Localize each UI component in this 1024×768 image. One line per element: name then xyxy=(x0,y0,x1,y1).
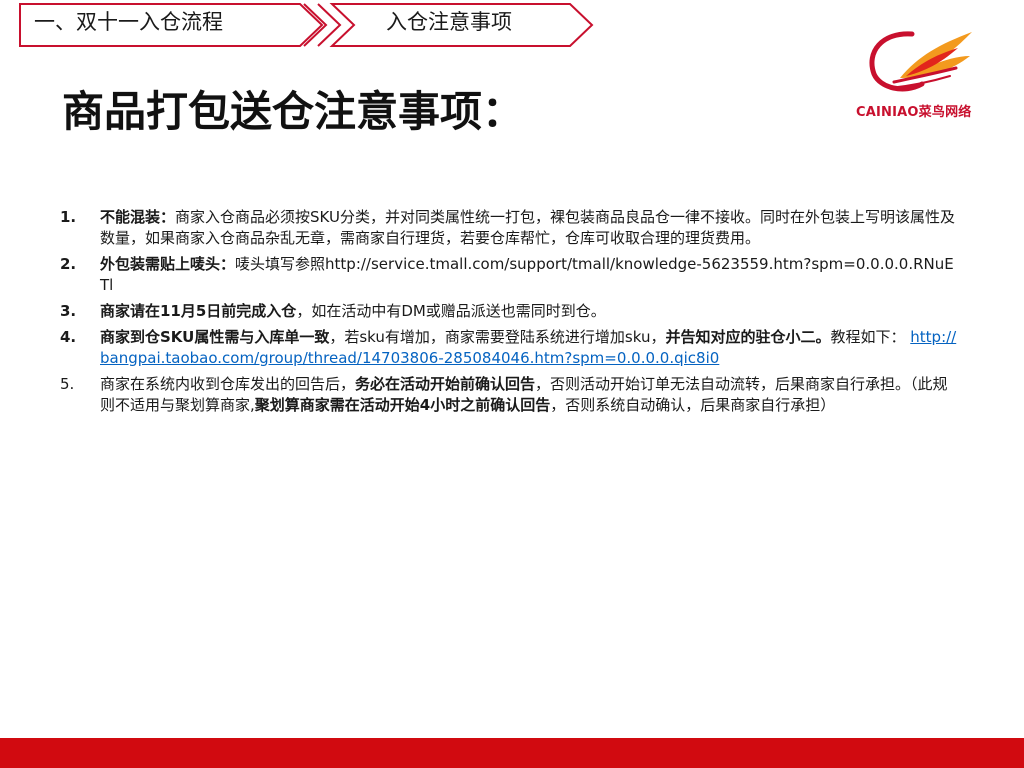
item-text: ，如在活动中有DM或赠品派送也需同时到仓。 xyxy=(296,302,606,320)
footer-bar xyxy=(0,738,1024,768)
item-number: 2. xyxy=(60,255,77,273)
item-text: 商家入仓商品必须按SKU分类，并对同类属性统一打包，裸包装商品良品仓一律不接收。… xyxy=(100,208,955,247)
list-item: 3. 商家请在11月5日前完成入仓，如在活动中有DM或赠品派送也需同时到仓。 xyxy=(60,301,960,322)
item-text: ，否则系统自动确认，后果商家自行承担） xyxy=(550,396,836,414)
item-text: 商家在系统内收到仓库发出的回告后， xyxy=(100,375,356,393)
item-number: 4. xyxy=(60,328,77,346)
item-text: ，若sku有增加，商家需要登陆系统进行增加sku， xyxy=(329,328,666,346)
item-heading: 外包装需贴上唛头： xyxy=(100,255,236,273)
list-item: 5. 商家在系统内收到仓库发出的回告后，务必在活动开始前确认回告，否则活动开始订… xyxy=(60,374,960,416)
item-heading: 不能混装： xyxy=(100,208,176,226)
item-emphasis: 聚划算商家需在活动开始4小时之前确认回告 xyxy=(254,396,551,414)
list-item: 2. 外包装需贴上唛头：唛头填写参照http://service.tmall.c… xyxy=(60,254,960,296)
logo-swoosh-icon xyxy=(869,31,972,92)
cainiao-logo: CAINIAO菜鸟网络 xyxy=(852,26,992,126)
list-item: 4. 商家到仓SKU属性需与入库单一致，若sku有增加，商家需要登陆系统进行增加… xyxy=(60,327,960,369)
logo-wordmark: CAINIAO菜鸟网络 xyxy=(856,105,972,120)
item-number: 5. xyxy=(60,375,75,393)
item-emphasis: 务必在活动开始前确认回告 xyxy=(355,375,536,393)
item-text: 教程如下： xyxy=(830,328,906,346)
item-number: 3. xyxy=(60,302,77,320)
list-item: 1. 不能混装：商家入仓商品必须按SKU分类，并对同类属性统一打包，裸包装商品良… xyxy=(60,207,960,249)
page-title: 商品打包送仓注意事项： xyxy=(62,87,525,136)
breadcrumb-step-2[interactable]: 入仓注意事项 xyxy=(386,8,512,36)
notice-list: 1. 不能混装：商家入仓商品必须按SKU分类，并对同类属性统一打包，裸包装商品良… xyxy=(60,207,960,421)
item-heading: 商家请在11月5日前完成入仓 xyxy=(100,302,297,320)
item-text: 唛头填写参照 xyxy=(235,255,326,273)
breadcrumb-step-1[interactable]: 一、双十一入仓流程 xyxy=(34,8,223,36)
item-emphasis: 并告知对应的驻仓小二。 xyxy=(665,328,831,346)
breadcrumb: 一、双十一入仓流程 入仓注意事项 xyxy=(0,0,600,52)
item-number: 1. xyxy=(60,208,77,226)
item-heading: 商家到仓SKU属性需与入库单一致 xyxy=(100,328,330,346)
